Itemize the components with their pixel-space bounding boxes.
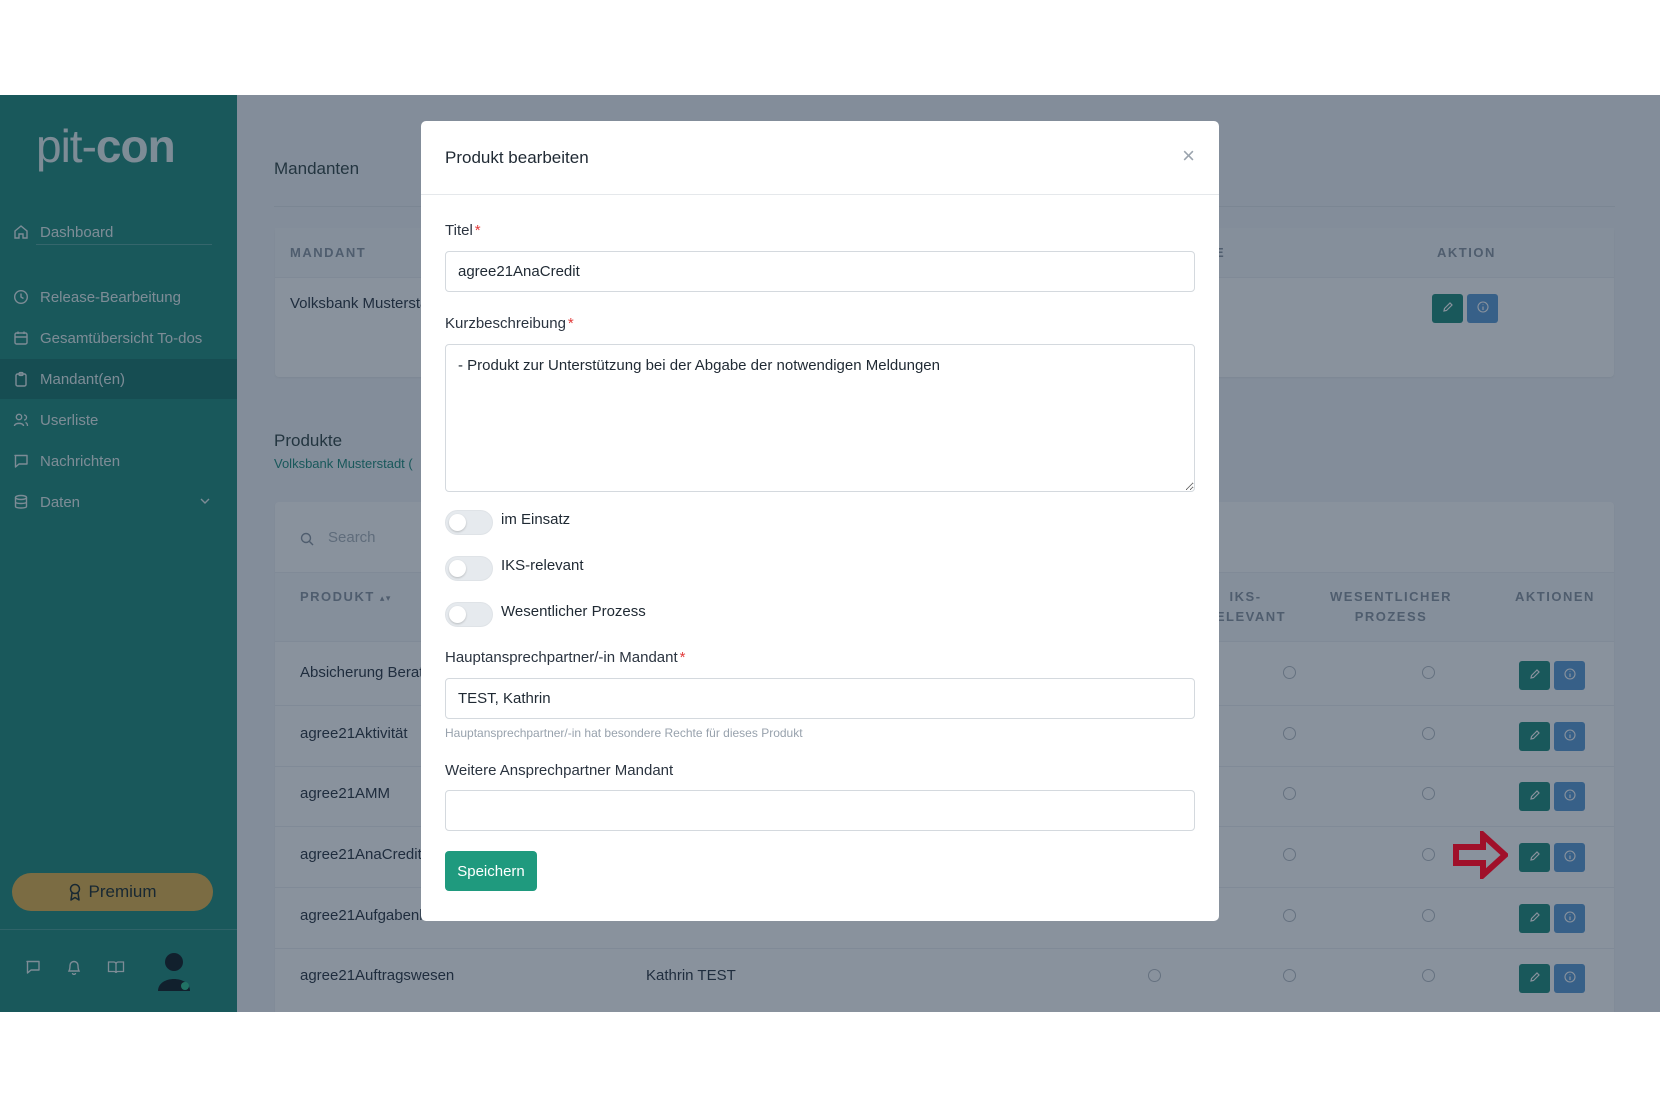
close-icon[interactable]: × [1182, 143, 1195, 169]
app-window: pit-con Dashboard Release-Bearbeitung Ge… [0, 95, 1660, 1012]
annotation-arrow-icon [1453, 828, 1510, 882]
titel-label: Titel * [445, 222, 481, 239]
toggle-iks-relevant[interactable] [445, 556, 493, 581]
toggle-wesentlicher-prozess-label: Wesentlicher Prozess [501, 603, 646, 620]
toggle-iks-relevant-label: IKS-relevant [501, 557, 584, 574]
hauptansprechpartner-help: Hauptansprechpartner/-in hat besondere R… [445, 726, 803, 740]
hauptansprechpartner-label: Hauptansprechpartner/-in Mandant * [445, 649, 686, 666]
hauptansprechpartner-input[interactable] [445, 678, 1195, 719]
toggle-im-einsatz[interactable] [445, 510, 493, 535]
edit-product-modal: Produkt bearbeiten × Titel* Kurzbeschrei… [421, 121, 1219, 921]
toggle-im-einsatz-label: im Einsatz [501, 511, 571, 528]
weitere-input[interactable] [445, 790, 1195, 831]
modal-title: Produkt bearbeiten [445, 148, 589, 167]
save-button[interactable]: Speichern [445, 851, 537, 891]
kurzbeschreibung-textarea[interactable]: - Produkt zur Unterstützung bei der Abga… [445, 344, 1195, 492]
toggle-wesentlicher-prozess[interactable] [445, 602, 493, 627]
modal-header: Produkt bearbeiten × [421, 121, 1219, 195]
kurzbeschreibung-label: Kurzbeschreibung * [445, 315, 574, 332]
weitere-label: Weitere Ansprechpartner Mandant [445, 762, 674, 779]
titel-input[interactable] [445, 251, 1195, 292]
